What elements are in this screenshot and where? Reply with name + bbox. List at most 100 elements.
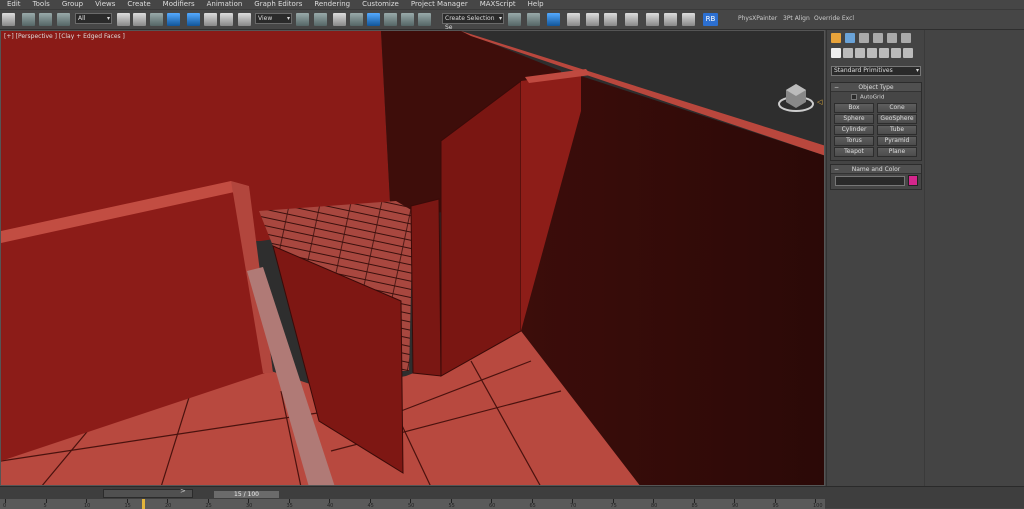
perspective-viewport[interactable]: [+] [Perspective ] [Clay + Edged Faces ] (0, 30, 825, 486)
rendered-frame-window-icon[interactable] (664, 13, 677, 26)
sphere-button[interactable]: Sphere (834, 114, 874, 124)
tube-button[interactable]: Tube (877, 125, 917, 135)
next-frame-icon[interactable]: > (180, 487, 186, 495)
select-manipulate-icon[interactable] (314, 13, 327, 26)
command-panel: Standard Primitives −Object Type AutoGri… (826, 30, 924, 486)
track-tick-label: 0 (3, 503, 7, 509)
spinner-snap-icon[interactable] (401, 13, 414, 26)
percent-snap-icon[interactable] (384, 13, 397, 26)
select-object-icon[interactable] (117, 13, 130, 26)
scene-explorer-icon[interactable] (547, 13, 560, 26)
object-type-header[interactable]: − Object Type (831, 83, 921, 92)
material-editor-icon[interactable] (625, 13, 638, 26)
torus-button[interactable]: Torus (834, 136, 874, 146)
undo-icon[interactable] (2, 13, 15, 26)
rectangular-selection-icon[interactable] (150, 13, 163, 26)
menu-views[interactable]: Views (88, 0, 120, 9)
curve-editor-icon[interactable] (586, 13, 599, 26)
track-tick-label: 85 (691, 503, 698, 509)
3pt-align-button[interactable]: 3Pt Align (783, 15, 810, 22)
menu-customize[interactable]: Customize (355, 0, 404, 9)
reference-coordinate-dropdown[interactable]: View (255, 13, 292, 24)
modify-tab-icon[interactable] (845, 33, 855, 43)
box-button[interactable]: Box (834, 103, 874, 113)
edit-named-selection-icon[interactable] (418, 13, 431, 26)
track-tick-label: 60 (489, 503, 496, 509)
window-crossing-icon[interactable] (167, 13, 180, 26)
select-scale-icon[interactable] (220, 13, 233, 26)
schematic-view-icon[interactable] (604, 13, 617, 26)
menu-tools[interactable]: Tools (26, 0, 55, 9)
pyramid-button[interactable]: Pyramid (877, 136, 917, 146)
autogrid-checkbox[interactable]: AutoGrid (851, 94, 884, 101)
render-production-icon[interactable] (682, 13, 695, 26)
viewcube[interactable] (776, 78, 816, 114)
align-icon[interactable] (527, 13, 540, 26)
layer-explorer-icon[interactable] (567, 13, 580, 26)
menu-group[interactable]: Group (55, 0, 88, 9)
menu-animation[interactable]: Animation (200, 0, 248, 9)
angle-snap-icon[interactable] (367, 13, 380, 26)
track-tick-label: 10 (84, 503, 91, 509)
keyboard-shortcut-icon[interactable] (333, 13, 346, 26)
hierarchy-tab-icon[interactable] (859, 33, 869, 43)
helpers-icon[interactable] (879, 48, 889, 58)
object-color-swatch[interactable] (908, 175, 918, 186)
command-panel-tabs (829, 32, 923, 58)
menu-rendering[interactable]: Rendering (307, 0, 355, 9)
rb-plugin-button[interactable]: RB (703, 13, 718, 26)
menu-help[interactable]: Help (521, 0, 549, 9)
cameras-icon[interactable] (867, 48, 877, 58)
select-rotate-icon[interactable] (204, 13, 217, 26)
menu-project-manager[interactable]: Project Manager (404, 0, 473, 9)
menu-graph-editors[interactable]: Graph Editors (247, 0, 307, 9)
display-tab-icon[interactable] (887, 33, 897, 43)
track-tick-label: 70 (570, 503, 577, 509)
track-tick-label: 30 (246, 503, 253, 509)
cone-button[interactable]: Cone (877, 103, 917, 113)
render-setup-icon[interactable] (646, 13, 659, 26)
door-frame (410, 198, 442, 377)
unlink-icon[interactable] (39, 13, 52, 26)
menu-edit[interactable]: Edit (0, 0, 26, 9)
utilities-tab-icon[interactable] (901, 33, 911, 43)
snaps-toggle-icon[interactable] (350, 13, 363, 26)
name-and-color-header[interactable]: − Name and Color (831, 165, 921, 174)
systems-icon[interactable] (903, 48, 913, 58)
track-tick-label: 20 (165, 503, 172, 509)
select-link-icon[interactable] (22, 13, 35, 26)
track-tick-label: 25 (205, 503, 212, 509)
motion-tab-icon[interactable] (873, 33, 883, 43)
physxpainter-button[interactable]: PhysXPainter (738, 15, 777, 22)
shapes-icon[interactable] (843, 48, 853, 58)
override-excl-button[interactable]: Override Excl (814, 15, 854, 22)
track-tick-label: 35 (286, 503, 293, 509)
object-category-dropdown[interactable]: Standard Primitives (831, 66, 921, 76)
main-toolbar: All View Create Selection Se RB PhysXPai… (0, 9, 1024, 31)
track-tick-label: 5 (43, 503, 47, 509)
plane-button[interactable]: Plane (877, 147, 917, 157)
track-tick-label: 55 (448, 503, 455, 509)
teapot-button[interactable]: Teapot (834, 147, 874, 157)
viewport-label[interactable]: [+] [Perspective ] [Clay + Edged Faces ] (4, 33, 125, 40)
menu-modifiers[interactable]: Modifiers (156, 0, 200, 9)
object-name-field[interactable] (835, 176, 905, 186)
bind-space-warp-icon[interactable] (57, 13, 70, 26)
select-place-icon[interactable] (238, 13, 251, 26)
geometry-icon[interactable] (831, 48, 841, 58)
select-move-icon[interactable] (187, 13, 200, 26)
cylinder-button[interactable]: Cylinder (834, 125, 874, 135)
name-and-color-rollout: − Name and Color (830, 164, 922, 190)
menu-create[interactable]: Create (120, 0, 155, 9)
space-warps-icon[interactable] (891, 48, 901, 58)
pivot-center-icon[interactable] (296, 13, 309, 26)
geosphere-button[interactable]: GeoSphere (877, 114, 917, 124)
time-slider-display[interactable]: 15 / 100 (214, 491, 279, 498)
named-selection-sets-dropdown[interactable]: Create Selection Se (442, 13, 504, 31)
create-tab-icon[interactable] (831, 33, 841, 43)
select-by-name-icon[interactable] (133, 13, 146, 26)
selection-filter-dropdown[interactable]: All (75, 13, 112, 24)
mirror-icon[interactable] (508, 13, 521, 26)
menu-maxscript[interactable]: MAXScript (473, 0, 521, 9)
lights-icon[interactable] (855, 48, 865, 58)
